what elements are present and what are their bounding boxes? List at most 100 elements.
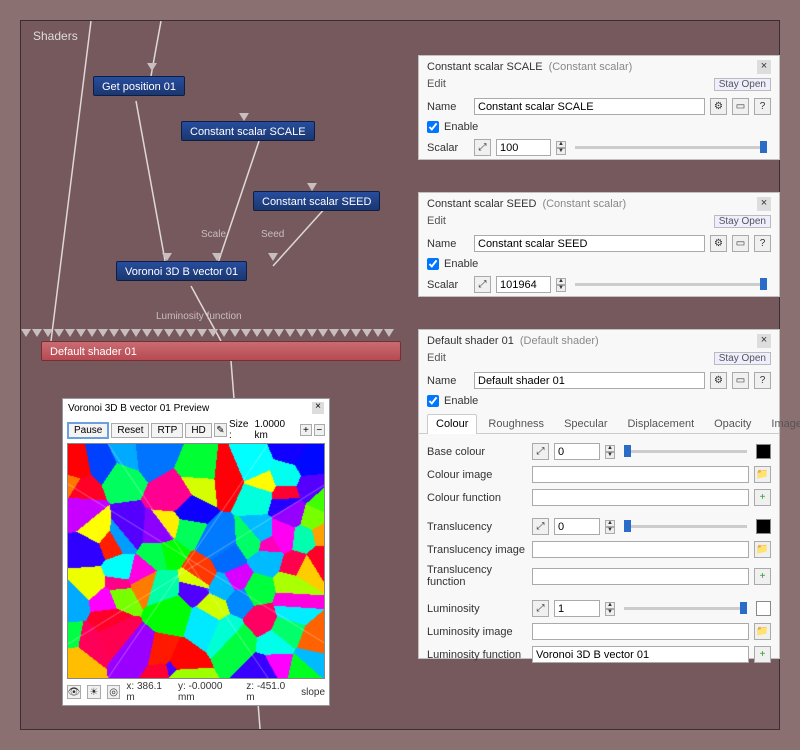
help-icon[interactable]: ? — [754, 235, 771, 252]
curve-icon[interactable]: ⤢ — [532, 443, 549, 460]
panel-title: Shaders — [33, 29, 78, 43]
window-icon[interactable]: ▭ — [732, 98, 749, 115]
gear-icon[interactable]: ⚙ — [710, 372, 727, 389]
zoom-in-icon[interactable]: + — [300, 424, 311, 436]
gear-icon[interactable]: ⚙ — [710, 235, 727, 252]
luminosity-label: Luminosity — [427, 603, 527, 615]
colour-image-input[interactable] — [532, 466, 749, 483]
base-colour-label: Base colour — [427, 446, 527, 458]
edit-menu[interactable]: Edit — [427, 215, 446, 228]
panel-default-shader: Default shader 01 (Default shader) × Edi… — [418, 329, 780, 659]
add-icon[interactable]: + — [754, 489, 771, 506]
window-icon[interactable]: ▭ — [732, 235, 749, 252]
name-input[interactable] — [474, 98, 705, 115]
base-colour-spinner[interactable]: ▲▼ — [605, 445, 615, 459]
pause-button[interactable]: Pause — [67, 422, 109, 439]
status-z: z: -451.0 m — [246, 681, 295, 703]
panel-scalar-seed: Constant scalar SEED (Constant scalar) ×… — [418, 192, 780, 297]
scalar-slider[interactable] — [575, 283, 767, 286]
target-icon[interactable]: ◎ — [107, 685, 121, 699]
edit-menu[interactable]: Edit — [427, 78, 446, 91]
window-icon[interactable]: ▭ — [732, 372, 749, 389]
curve-icon[interactable]: ⤢ — [474, 139, 491, 156]
preview-viewport[interactable] — [67, 443, 325, 679]
luminosity-input[interactable] — [554, 600, 600, 617]
tab-colour[interactable]: Colour — [427, 414, 477, 434]
zoom-out-icon[interactable]: − — [314, 424, 325, 436]
translucency-function-input[interactable] — [532, 568, 749, 585]
scalar-input[interactable] — [496, 276, 551, 293]
node-get-position[interactable]: Get position 01 — [93, 76, 185, 96]
panel-shader-subtitle: (Default shader) — [520, 335, 599, 347]
name-label: Name — [427, 375, 469, 387]
add-icon[interactable]: + — [754, 646, 771, 663]
node-default-shader[interactable]: Default shader 01 — [41, 341, 401, 361]
scalar-slider[interactable] — [575, 146, 767, 149]
base-colour-swatch[interactable] — [756, 444, 771, 459]
preview-title: Voronoi 3D B vector 01 Preview — [68, 403, 209, 414]
scalar-label: Scalar — [427, 142, 469, 154]
close-icon[interactable]: × — [757, 60, 771, 74]
add-icon[interactable]: + — [754, 568, 771, 585]
name-input[interactable] — [474, 235, 705, 252]
luminosity-function-input[interactable] — [532, 646, 749, 663]
luminosity-image-label: Luminosity image — [427, 626, 527, 638]
rtp-button[interactable]: RTP — [151, 423, 183, 438]
folder-icon[interactable]: 📁 — [754, 623, 771, 640]
hd-button[interactable]: HD — [185, 423, 211, 438]
tab-displacement[interactable]: Displacement — [618, 414, 703, 433]
eye-icon[interactable]: 👁 — [67, 685, 81, 699]
translucency-swatch[interactable] — [756, 519, 771, 534]
gear-icon[interactable]: ⚙ — [710, 98, 727, 115]
enable-checkbox[interactable] — [427, 258, 439, 270]
stay-open-button[interactable]: Stay Open — [714, 78, 771, 91]
edit-menu[interactable]: Edit — [427, 352, 446, 365]
folder-icon[interactable]: 📁 — [754, 466, 771, 483]
close-icon[interactable]: × — [757, 334, 771, 348]
scalar-spinner[interactable]: ▲▼ — [556, 278, 566, 292]
scalar-spinner[interactable]: ▲▼ — [556, 141, 566, 155]
translucency-slider[interactable] — [624, 525, 747, 528]
tab-specular[interactable]: Specular — [555, 414, 616, 433]
translucency-function-label: Translucency function — [427, 564, 527, 588]
close-icon[interactable]: × — [757, 197, 771, 211]
status-y: y: -0.0000 mm — [178, 681, 240, 703]
base-colour-slider[interactable] — [624, 450, 747, 453]
port-label-seed: Seed — [261, 229, 284, 240]
stay-open-button[interactable]: Stay Open — [714, 352, 771, 365]
status-slope: slope — [301, 687, 325, 698]
sun-icon[interactable]: ☀ — [87, 685, 101, 699]
translucency-spinner[interactable]: ▲▼ — [605, 520, 615, 534]
tab-images[interactable]: Images — [762, 414, 800, 433]
name-input[interactable] — [474, 372, 705, 389]
panel-shader-title: Default shader 01 — [427, 335, 514, 347]
translucency-image-input[interactable] — [532, 541, 749, 558]
colour-function-label: Colour function — [427, 492, 527, 504]
luminosity-spinner[interactable]: ▲▼ — [605, 602, 615, 616]
luminosity-slider[interactable] — [624, 607, 747, 610]
folder-icon[interactable]: 📁 — [754, 541, 771, 558]
enable-label: Enable — [444, 121, 478, 133]
stay-open-button[interactable]: Stay Open — [714, 215, 771, 228]
help-icon[interactable]: ? — [754, 372, 771, 389]
tab-opacity[interactable]: Opacity — [705, 414, 760, 433]
help-icon[interactable]: ? — [754, 98, 771, 115]
enable-checkbox[interactable] — [427, 121, 439, 133]
curve-icon[interactable]: ⤢ — [532, 600, 549, 617]
colour-function-input[interactable] — [532, 489, 749, 506]
node-voronoi[interactable]: Voronoi 3D B vector 01 — [116, 261, 247, 281]
node-scale[interactable]: Constant scalar SCALE — [181, 121, 315, 141]
tab-roughness[interactable]: Roughness — [479, 414, 553, 433]
curve-icon[interactable]: ⤢ — [474, 276, 491, 293]
curve-icon[interactable]: ⤢ — [532, 518, 549, 535]
luminosity-swatch[interactable] — [756, 601, 771, 616]
brush-icon[interactable]: ✎ — [214, 423, 227, 437]
enable-checkbox[interactable] — [427, 395, 439, 407]
close-icon[interactable]: × — [312, 402, 324, 414]
node-seed[interactable]: Constant scalar SEED — [253, 191, 380, 211]
base-colour-input[interactable] — [554, 443, 600, 460]
luminosity-image-input[interactable] — [532, 623, 749, 640]
scalar-input[interactable] — [496, 139, 551, 156]
reset-button[interactable]: Reset — [111, 423, 149, 438]
translucency-input[interactable] — [554, 518, 600, 535]
